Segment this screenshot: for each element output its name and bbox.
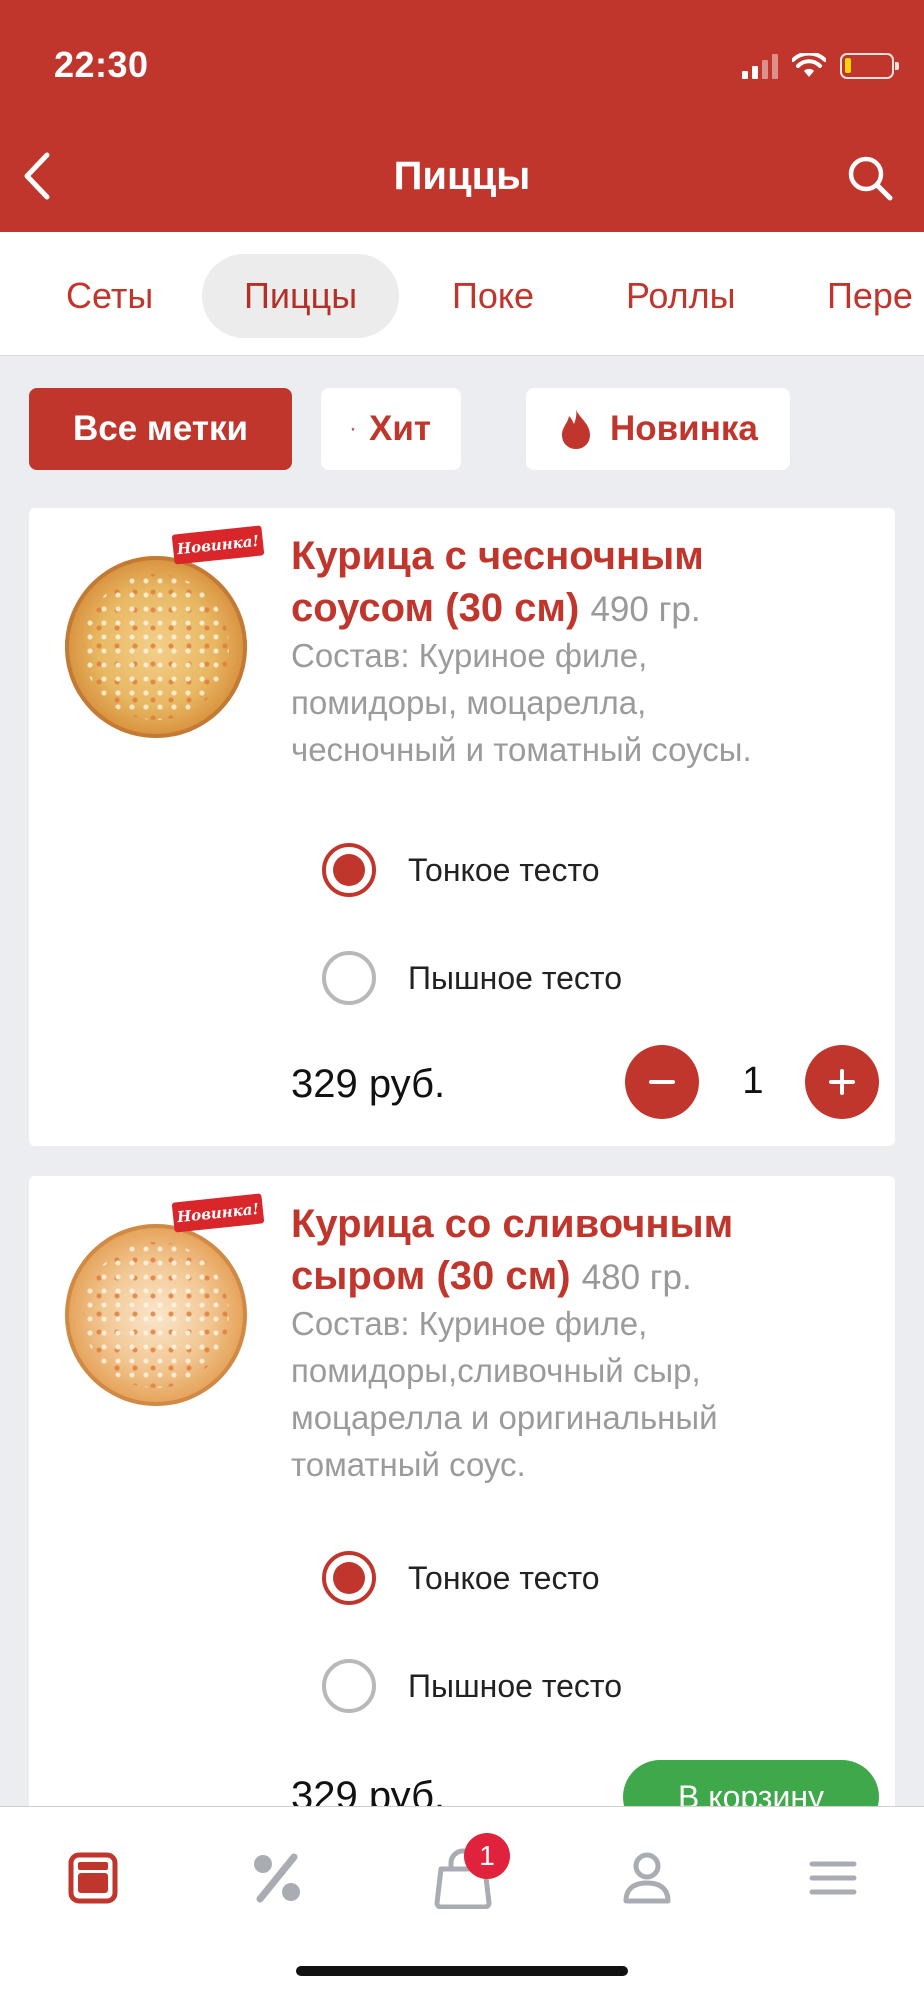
option-label: Тонкое тесто: [408, 851, 600, 888]
home-indicator: [296, 1966, 628, 1976]
product-description: Состав: Куриное филе, помидоры,сливочный…: [291, 1300, 861, 1488]
new-badge: Новинка!: [171, 1193, 265, 1233]
product-card: Новинка! Курица со сливочным сыром (30 с…: [29, 1176, 895, 1834]
quantity-decrease-button[interactable]: [625, 1045, 699, 1119]
filter-new-label: Новинка: [610, 409, 758, 448]
battery-icon: [840, 53, 899, 79]
nav-profile[interactable]: [612, 1843, 682, 1913]
tab-poke[interactable]: Поке: [410, 254, 576, 338]
nav-menu[interactable]: [58, 1843, 128, 1913]
desc-line: томатный соус.: [291, 1446, 526, 1483]
desc-line: помидоры,сливочный сыр,: [291, 1352, 701, 1389]
hamburger-icon: [809, 1861, 857, 1895]
product-title: Курица с чесночным соусом (30 см) 490 гр…: [291, 530, 871, 636]
desc-line: моцарелла и оригинальный: [291, 1399, 718, 1436]
product-image[interactable]: Новинка!: [65, 525, 301, 750]
option-fluffy-dough[interactable]: Пышное тесто: [322, 1658, 622, 1714]
minus-icon: [649, 1080, 675, 1084]
pizza-image: [65, 1224, 247, 1406]
desc-line: помидоры, моцарелла,: [291, 684, 647, 721]
status-icons: [742, 50, 899, 82]
radio-button-selected[interactable]: [322, 843, 376, 897]
option-fluffy-dough[interactable]: Пышное тесто: [322, 950, 622, 1006]
option-label: Пышное тесто: [408, 959, 623, 996]
percent-icon: [254, 1853, 300, 1903]
product-weight: 480 гр.: [581, 1258, 692, 1297]
quantity-increase-button[interactable]: [805, 1045, 879, 1119]
desc-line: Состав: Куриное филе,: [291, 1305, 648, 1342]
star-icon: [351, 427, 355, 431]
nav-cart[interactable]: 1: [428, 1833, 510, 1913]
search-button[interactable]: [842, 150, 898, 206]
option-label: Тонкое тесто: [408, 1559, 600, 1596]
cellular-signal-icon: [742, 53, 778, 79]
product-image[interactable]: Новинка!: [65, 1193, 301, 1418]
product-name-line1: Курица с чесночным: [291, 534, 704, 578]
profile-icon: [623, 1852, 671, 1904]
filter-hit-label: Хит: [368, 409, 431, 448]
radio-button-selected[interactable]: [322, 1551, 376, 1605]
product-name-line1: Курица со сливочным: [291, 1202, 734, 1246]
category-tabs: Сеты Пиццы Поке Роллы Пере: [0, 232, 924, 356]
filter-hit[interactable]: Хит: [321, 388, 461, 470]
option-thin-dough[interactable]: Тонкое тесто: [322, 1550, 600, 1606]
tab-sets[interactable]: Сеты: [24, 254, 195, 338]
tab-pizzas[interactable]: Пиццы: [202, 254, 400, 338]
product-name-line2: соусом (30 см): [291, 586, 580, 630]
radio-button[interactable]: [322, 1659, 376, 1713]
product-title: Курица со сливочным сыром (30 см) 480 гр…: [291, 1198, 871, 1304]
product-weight: 490 гр.: [590, 590, 701, 629]
nav-promotions[interactable]: [242, 1843, 312, 1913]
filter-new[interactable]: Новинка: [526, 388, 790, 470]
new-badge: Новинка!: [171, 525, 265, 565]
menu-icon: [68, 1852, 118, 1904]
product-description: Состав: Куриное филе, помидоры, моцарелл…: [291, 632, 861, 773]
radio-button[interactable]: [322, 951, 376, 1005]
status-time: 22:30: [54, 44, 149, 85]
product-card: Новинка! Курица с чесночным соусом (30 с…: [29, 508, 895, 1146]
app-header: 22:30 Пиццы: [0, 0, 924, 232]
filter-all-tags[interactable]: Все метки: [29, 388, 292, 470]
page-title: Пиццы: [393, 154, 531, 198]
product-price: 329 руб.: [291, 1062, 446, 1106]
desc-line: Состав: Куриное филе,: [291, 637, 648, 674]
plus-icon: [829, 1069, 855, 1095]
nav-more[interactable]: [798, 1843, 868, 1913]
desc-line: чесночный и томатный соусы.: [291, 731, 752, 768]
tab-rolls[interactable]: Роллы: [584, 254, 778, 338]
wifi-icon: [792, 53, 826, 77]
option-label: Пышное тесто: [408, 1667, 623, 1704]
product-name-line2: сыром (30 см): [291, 1254, 571, 1298]
pizza-image: [65, 556, 247, 738]
flame-icon: [562, 409, 590, 449]
filter-all-label: Все метки: [73, 409, 248, 448]
option-thin-dough[interactable]: Тонкое тесто: [322, 842, 600, 898]
cart-count-badge: 1: [464, 1833, 510, 1879]
tab-more[interactable]: Пере: [785, 254, 924, 338]
quantity-value: 1: [742, 1060, 764, 1102]
search-icon: [848, 156, 893, 201]
